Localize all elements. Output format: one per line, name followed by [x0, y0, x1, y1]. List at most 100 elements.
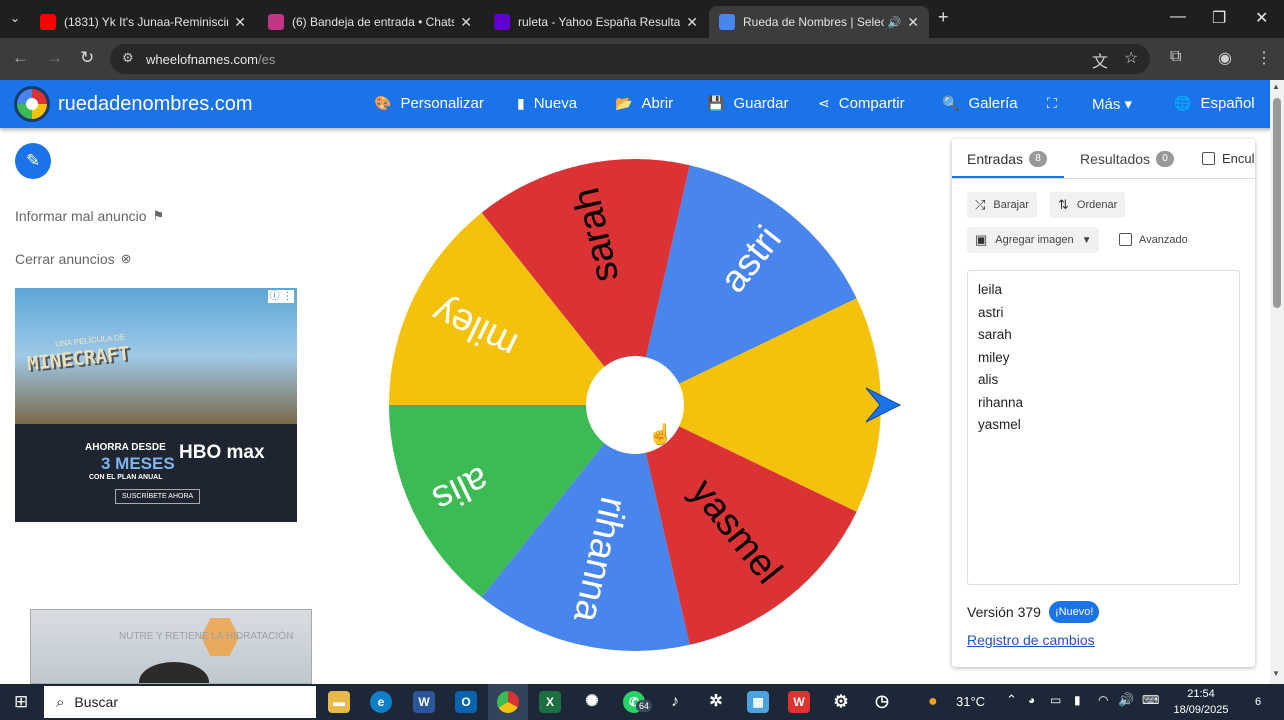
browser-menu-icon[interactable]: ⋮ — [1256, 48, 1272, 68]
browser-tab-1[interactable]: (6) Bandeja de entrada • Chats ✕ — [258, 6, 482, 38]
site-info-icon[interactable]: ⚙ — [122, 50, 134, 66]
menu-item-3[interactable]: 💾 Guardar — [707, 95, 788, 112]
url-field[interactable]: ⚙ wheelofnames.com/es — [110, 44, 1150, 74]
translate-icon[interactable]: 文 — [1092, 48, 1108, 72]
menu-item-label: Nueva — [533, 95, 578, 112]
hide-checkbox-box[interactable] — [1202, 152, 1215, 165]
advertisement-skincare[interactable]: NUTRE Y RETIENE LA HIDRATACIÓN — [30, 609, 312, 684]
menu-item-5[interactable]: 🔍 Galería — [942, 95, 1018, 112]
restore-icon[interactable]: ❐ — [1212, 8, 1226, 28]
notifications-button[interactable]: 6 — [1246, 692, 1270, 712]
taskbar-search[interactable]: ⌕ Buscar — [44, 686, 316, 718]
menu-item-label: Español — [1200, 95, 1255, 112]
app-header: ruedadenombres.com 🎨 Personalizar ▮ Nueva 📂 A… — [0, 80, 1284, 128]
add-image-label: Agregar imagen — [995, 234, 1074, 246]
menu-item-label: Galería — [968, 95, 1018, 112]
close-window-icon[interactable]: ✕ — [1255, 8, 1268, 28]
browser-tab-2[interactable]: ruleta - Yahoo España Resultados ✕ — [484, 6, 708, 38]
menu-item-1[interactable]: ▮ Nueva — [517, 95, 577, 112]
scroll-up-icon[interactable]: ▲ — [1272, 82, 1280, 91]
tray-chevron-icon[interactable]: ⌃ — [1006, 692, 1017, 708]
tab-close-icon[interactable]: ✕ — [460, 14, 472, 31]
menu-item-label: Abrir — [641, 95, 674, 112]
browser-tab-3[interactable]: Rueda de Nombres | Selector 🔊 ✕ — [709, 6, 929, 38]
back-icon[interactable]: ← — [12, 48, 29, 68]
advertisement-hbo[interactable]: UNA PELÍCULA DE MINECRAFT AHORRA DESDE 3… — [15, 288, 297, 522]
bookmark-star-icon[interactable]: ☆ — [1124, 48, 1138, 68]
menu-item-4[interactable]: ⋖ Compartir — [818, 95, 905, 112]
tab-audio-icon[interactable]: 🔊 — [888, 16, 902, 29]
tab-entries[interactable]: Entradas 8 — [967, 151, 1048, 167]
file-explorer-icon[interactable]: ▬ — [328, 691, 350, 713]
extensions-icon[interactable]: ⧉ — [1170, 48, 1181, 66]
shuffle-button[interactable]: ⤮ Barajar — [967, 192, 1037, 218]
flag-icon: ⚑ — [152, 208, 165, 223]
folder-icon: 📂 — [615, 95, 633, 111]
tab-close-icon[interactable]: ✕ — [686, 14, 698, 31]
new-badge[interactable]: ¡Nuevo! — [1048, 601, 1100, 623]
chrome-icon[interactable] — [497, 691, 519, 713]
speedometer-icon[interactable]: ◷ — [871, 691, 893, 713]
name-wheel[interactable]: leilaastrisarahmileyalisrihannayasmel ☝ — [386, 157, 906, 657]
page-scrollbar[interactable]: ▲ ▼ — [1270, 80, 1284, 684]
ad-cta-button[interactable]: SUSCRÍBETE AHORA — [115, 489, 201, 504]
ad-choices-icon[interactable]: ⓘ ⋮ — [268, 290, 294, 303]
temperature[interactable]: 31°C — [956, 694, 985, 709]
logo-icon[interactable] — [14, 86, 50, 122]
tab-close-icon[interactable]: ✕ — [907, 14, 919, 31]
close-ads-link[interactable]: Cerrar anuncios ⊗ — [15, 251, 132, 267]
add-image-button[interactable]: ▣ Agregar imagen ▼ — [967, 227, 1100, 253]
ad-brand: HBO max — [179, 442, 265, 463]
sort-button[interactable]: ⇅ Ordenar — [1050, 192, 1126, 218]
bug-icon[interactable]: ✲ — [705, 691, 727, 713]
menu-item-0[interactable]: 🎨 Personalizar — [374, 95, 484, 112]
search-icon: ⌕ — [56, 693, 65, 711]
hide-checkbox[interactable]: Encul — [1202, 151, 1255, 166]
menu-item-label: Guardar — [733, 95, 789, 112]
advanced-checkbox-box[interactable] — [1119, 233, 1132, 246]
tab-search-chevron-icon[interactable]: ⌄ — [10, 11, 20, 25]
new-tab-button[interactable]: + — [938, 7, 949, 28]
wifi-icon[interactable]: ◠ — [1098, 693, 1108, 707]
microphone-icon[interactable]: ▮ — [1074, 693, 1081, 707]
store-icon[interactable]: ▦ — [747, 691, 769, 713]
tiktok-icon[interactable]: ♪ — [664, 691, 686, 713]
tab-close-icon[interactable]: ✕ — [234, 14, 246, 31]
edge-icon[interactable]: e — [370, 691, 392, 713]
advanced-checkbox[interactable]: Avanzado — [1119, 233, 1188, 246]
windows-start-icon[interactable]: ⊞ — [14, 692, 28, 712]
profile-icon[interactable]: ◉ — [1218, 48, 1232, 68]
settings-gear-icon[interactable]: ⚙ — [830, 691, 852, 713]
wps-icon[interactable]: W — [788, 691, 810, 713]
weather-icon[interactable]: ● — [928, 693, 938, 711]
tab-results[interactable]: Resultados 0 — [1080, 151, 1175, 167]
report-ad-link[interactable]: Informar mal anuncio ⚑ — [15, 208, 164, 224]
menu-item-7[interactable]: Más ▾ — [1092, 95, 1132, 113]
chatgpt-icon[interactable]: ✺ — [581, 691, 603, 713]
forward-icon[interactable]: → — [46, 48, 63, 68]
share-icon: ⋖ — [818, 95, 830, 111]
excel-icon[interactable]: X — [539, 691, 561, 713]
menu-item-2[interactable]: 📂 Abrir — [615, 95, 673, 112]
keyboard-icon[interactable]: ⌨ — [1142, 693, 1159, 707]
word-icon[interactable]: W — [413, 691, 435, 713]
tray-chrome-icon[interactable]: ◕ — [1028, 693, 1035, 707]
entries-textarea[interactable]: leila astri sarah miley alis rihanna yasmel — [967, 270, 1240, 585]
scroll-down-icon[interactable]: ▼ — [1272, 669, 1280, 678]
edit-pencil-button[interactable]: ✎ — [15, 143, 51, 179]
brand-title[interactable]: ruedadenombres.com — [58, 93, 253, 116]
version-line: Versión 379 ¡Nuevo! — [967, 601, 1100, 623]
menu-item-6[interactable]: ⛶ — [1047, 95, 1066, 112]
scrollbar-thumb[interactable] — [1273, 98, 1281, 308]
volume-icon[interactable]: 🔊 — [1118, 692, 1134, 708]
changelog-link[interactable]: Registro de cambios — [967, 632, 1095, 648]
browser-tab-0[interactable]: (1831) Yk It's Junaa-Reminiscing ✕ — [30, 6, 256, 38]
minimize-icon[interactable]: — — [1170, 8, 1186, 26]
menu-item-label: Más ▾ — [1092, 96, 1133, 113]
reload-icon[interactable]: ↻ — [80, 48, 94, 68]
entry-line: sarah — [978, 327, 1012, 342]
battery-icon[interactable]: ▭ — [1050, 693, 1061, 707]
taskbar-clock[interactable]: 21:54 18/09/2025 — [1168, 686, 1234, 718]
menu-item-8[interactable]: 🌐 Español — [1174, 95, 1255, 112]
outlook-icon[interactable]: O — [455, 691, 477, 713]
